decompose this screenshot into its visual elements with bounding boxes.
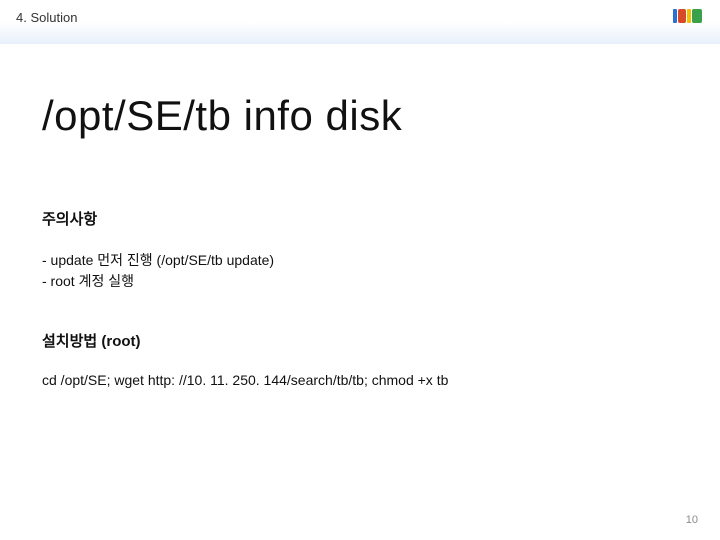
caution-heading: 주의사항 <box>42 208 97 229</box>
caution-line-1: - update 먼저 진행 (/opt/SE/tb update) <box>42 250 274 271</box>
header-band <box>0 0 720 44</box>
caution-bullets: - update 먼저 진행 (/opt/SE/tb update) - roo… <box>42 250 274 292</box>
section-label: 4. Solution <box>16 10 77 25</box>
page-number: 10 <box>686 514 698 526</box>
daum-logo-icon <box>673 8 702 24</box>
install-heading: 설치방법 (root) <box>42 330 141 351</box>
install-command: cd /opt/SE; wget http: //10. 11. 250. 14… <box>42 372 448 388</box>
slide-title: /opt/SE/tb info disk <box>42 92 402 140</box>
caution-line-2: - root 계정 실행 <box>42 271 274 292</box>
